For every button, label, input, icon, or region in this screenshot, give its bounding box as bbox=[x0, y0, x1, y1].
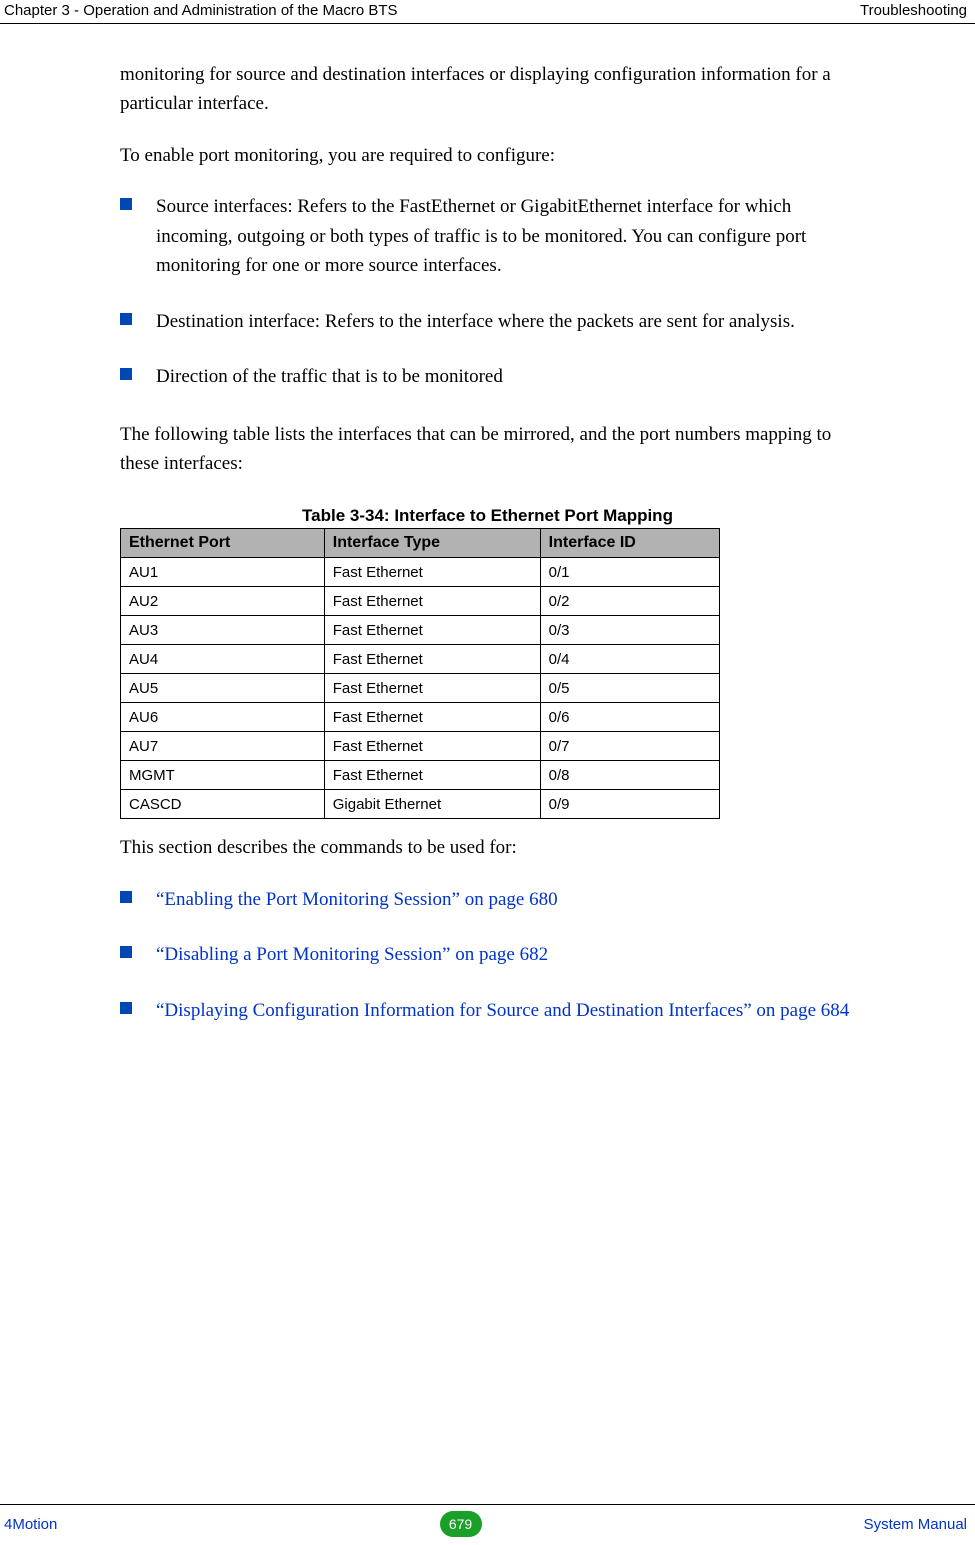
cross-reference-link[interactable]: “Enabling the Port Monitoring Session” o… bbox=[156, 889, 558, 910]
paragraph-config-intro: To enable port monitoring, you are requi… bbox=[120, 141, 855, 170]
header-section: Troubleshooting bbox=[860, 2, 967, 19]
square-bullet-icon bbox=[120, 946, 132, 958]
table-row: AU1 Fast Ethernet 0/1 bbox=[121, 558, 720, 587]
cell-id: 0/6 bbox=[540, 703, 719, 732]
cell-port: MGMT bbox=[121, 761, 325, 790]
table-row: AU6 Fast Ethernet 0/6 bbox=[121, 703, 720, 732]
cell-id: 0/2 bbox=[540, 587, 719, 616]
cross-reference-link[interactable]: “Displaying Configuration Information fo… bbox=[156, 1000, 849, 1021]
header-chapter: Chapter 3 - Operation and Administration… bbox=[4, 2, 398, 19]
cell-type: Gigabit Ethernet bbox=[324, 790, 540, 819]
paragraph-table-intro: The following table lists the interfaces… bbox=[120, 420, 855, 479]
col-header-port: Ethernet Port bbox=[121, 529, 325, 558]
config-requirements-list: Source interfaces: Refers to the FastEth… bbox=[120, 192, 855, 391]
cell-type: Fast Ethernet bbox=[324, 558, 540, 587]
content-area: monitoring for source and destination in… bbox=[120, 60, 855, 1053]
cell-type: Fast Ethernet bbox=[324, 616, 540, 645]
cell-type: Fast Ethernet bbox=[324, 587, 540, 616]
list-item: Source interfaces: Refers to the FastEth… bbox=[120, 192, 855, 280]
cell-id: 0/4 bbox=[540, 645, 719, 674]
page-footer: 4Motion 679 System Manual bbox=[0, 1504, 975, 1537]
port-mapping-table: Ethernet Port Interface Type Interface I… bbox=[120, 528, 720, 819]
cell-id: 0/1 bbox=[540, 558, 719, 587]
table-caption: Table 3-34: Interface to Ethernet Port M… bbox=[120, 506, 855, 526]
cell-type: Fast Ethernet bbox=[324, 703, 540, 732]
list-item: “Disabling a Port Monitoring Session” on… bbox=[120, 940, 855, 969]
cell-type: Fast Ethernet bbox=[324, 645, 540, 674]
col-header-id: Interface ID bbox=[540, 529, 719, 558]
cell-id: 0/5 bbox=[540, 674, 719, 703]
list-item-text: Direction of the traffic that is to be m… bbox=[156, 366, 503, 387]
square-bullet-icon bbox=[120, 368, 132, 380]
list-item: “Enabling the Port Monitoring Session” o… bbox=[120, 885, 855, 914]
square-bullet-icon bbox=[120, 313, 132, 325]
cell-port: AU7 bbox=[121, 732, 325, 761]
cell-id: 0/9 bbox=[540, 790, 719, 819]
paragraph-commands-intro: This section describes the commands to b… bbox=[120, 833, 855, 862]
list-item: Direction of the traffic that is to be m… bbox=[120, 362, 855, 391]
cell-type: Fast Ethernet bbox=[324, 761, 540, 790]
square-bullet-icon bbox=[120, 891, 132, 903]
list-item: Destination interface: Refers to the int… bbox=[120, 307, 855, 336]
cross-reference-list: “Enabling the Port Monitoring Session” o… bbox=[120, 885, 855, 1025]
paragraph-intro-continuation: monitoring for source and destination in… bbox=[120, 60, 855, 119]
page: Chapter 3 - Operation and Administration… bbox=[0, 0, 975, 1545]
square-bullet-icon bbox=[120, 1002, 132, 1014]
cell-id: 0/3 bbox=[540, 616, 719, 645]
table-row: AU2 Fast Ethernet 0/2 bbox=[121, 587, 720, 616]
table-row: AU3 Fast Ethernet 0/3 bbox=[121, 616, 720, 645]
table-row: AU5 Fast Ethernet 0/5 bbox=[121, 674, 720, 703]
cell-port: AU5 bbox=[121, 674, 325, 703]
square-bullet-icon bbox=[120, 198, 132, 210]
cell-type: Fast Ethernet bbox=[324, 674, 540, 703]
cell-id: 0/8 bbox=[540, 761, 719, 790]
table-header-row: Ethernet Port Interface Type Interface I… bbox=[121, 529, 720, 558]
list-item-text: Destination interface: Refers to the int… bbox=[156, 311, 795, 332]
list-item: “Displaying Configuration Information fo… bbox=[120, 996, 855, 1025]
cell-port: AU4 bbox=[121, 645, 325, 674]
footer-manual: System Manual bbox=[864, 1516, 967, 1533]
col-header-type: Interface Type bbox=[324, 529, 540, 558]
table-row: AU7 Fast Ethernet 0/7 bbox=[121, 732, 720, 761]
cell-id: 0/7 bbox=[540, 732, 719, 761]
cell-type: Fast Ethernet bbox=[324, 732, 540, 761]
cell-port: AU2 bbox=[121, 587, 325, 616]
page-header: Chapter 3 - Operation and Administration… bbox=[0, 0, 975, 24]
cross-reference-link[interactable]: “Disabling a Port Monitoring Session” on… bbox=[156, 944, 548, 965]
cell-port: AU3 bbox=[121, 616, 325, 645]
footer-page: 679 bbox=[440, 1511, 482, 1537]
cell-port: CASCD bbox=[121, 790, 325, 819]
cell-port: AU1 bbox=[121, 558, 325, 587]
table-row: CASCD Gigabit Ethernet 0/9 bbox=[121, 790, 720, 819]
footer-product: 4Motion bbox=[4, 1516, 57, 1533]
page-number-badge: 679 bbox=[440, 1511, 482, 1537]
list-item-text: Source interfaces: Refers to the FastEth… bbox=[156, 196, 806, 276]
table-row: MGMT Fast Ethernet 0/8 bbox=[121, 761, 720, 790]
table-row: AU4 Fast Ethernet 0/4 bbox=[121, 645, 720, 674]
cell-port: AU6 bbox=[121, 703, 325, 732]
